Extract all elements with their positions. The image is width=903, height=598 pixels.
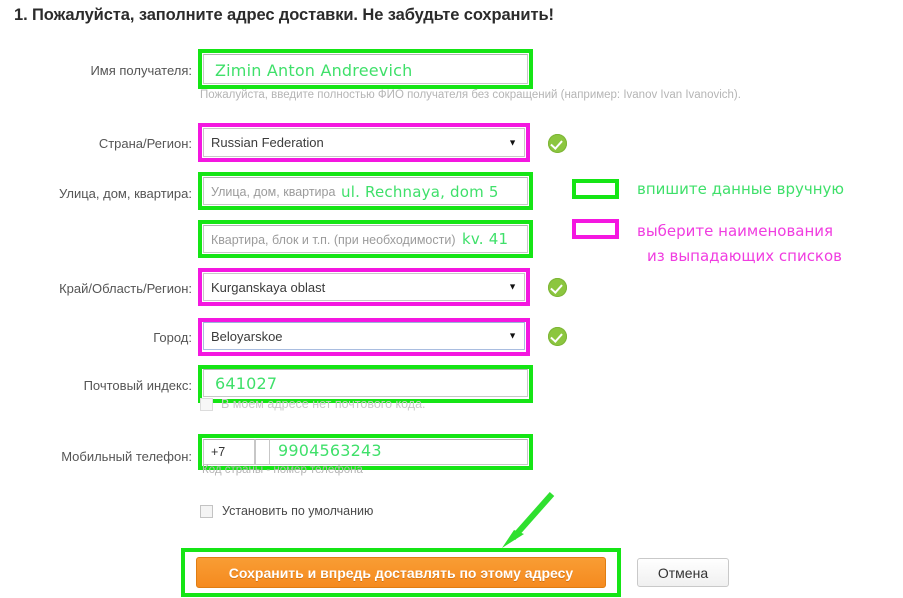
pointer-arrow-icon (502, 492, 555, 548)
city-select-value: Beloyarskoe (211, 328, 283, 344)
region-label: Край/Область/Регион: (59, 281, 192, 296)
save-button[interactable]: Сохранить и впредь доставлять по этому а… (196, 557, 606, 588)
no-postcode-checkbox[interactable] (200, 398, 213, 411)
recipient-name-hint: Пожалуйста, введите полностью ФИО получа… (200, 89, 741, 101)
region-valid-check-icon (548, 278, 567, 297)
postcode-label: Почтовый индекс: (83, 378, 192, 393)
city-select[interactable]: Beloyarskoe ▼ (203, 322, 525, 350)
street-value: ul. Rechnaya, dom 5 (341, 183, 499, 201)
phone-number-value: 9904563243 (278, 441, 382, 460)
legend-swatch-dropdown (572, 219, 619, 239)
no-postcode-label: В моем адресе нет почтового кода. (221, 397, 426, 411)
chevron-down-icon: ▼ (508, 137, 517, 147)
recipient-name-value: Zimin Anton Andreevich (215, 61, 413, 80)
chevron-down-icon: ▼ (508, 330, 517, 341)
country-valid-check-icon (548, 134, 567, 153)
legend-label-dropdown-line1: выберите наименования (637, 222, 834, 240)
chevron-down-icon: ▼ (508, 281, 517, 292)
city-valid-check-icon (548, 327, 567, 346)
apartment-value: kv. 41 (462, 230, 509, 248)
phone-hint: Код страны - номер телефона (202, 464, 363, 476)
postcode-value: 641027 (215, 374, 278, 393)
page-title: 1. Пожалуйста, заполните адрес доставки.… (14, 6, 554, 24)
legend-swatch-manual (572, 179, 619, 199)
country-label: Страна/Регион: (98, 136, 192, 151)
set-default-label: Установить по умолчанию (222, 504, 374, 518)
country-select[interactable]: Russian Federation ▼ (203, 128, 525, 157)
city-label: Город: (153, 330, 192, 345)
legend-label-manual: впишите данные вручную (637, 180, 845, 198)
street-label: Улица, дом, квартира: (58, 186, 192, 201)
set-default-checkbox[interactable] (200, 505, 213, 518)
region-select-value: Kurganskaya oblast (211, 279, 326, 295)
phone-label: Мобильный телефон: (61, 449, 192, 464)
cancel-button[interactable]: Отмена (637, 558, 729, 587)
region-select[interactable]: Kurganskaya oblast ▼ (203, 273, 525, 301)
legend-label-dropdown-line2: из выпадающих списков (647, 247, 843, 265)
phone-country-code-value: +7 (211, 445, 226, 459)
country-select-value: Russian Federation (211, 135, 324, 150)
recipient-name-label: Имя получателя: (90, 63, 192, 78)
